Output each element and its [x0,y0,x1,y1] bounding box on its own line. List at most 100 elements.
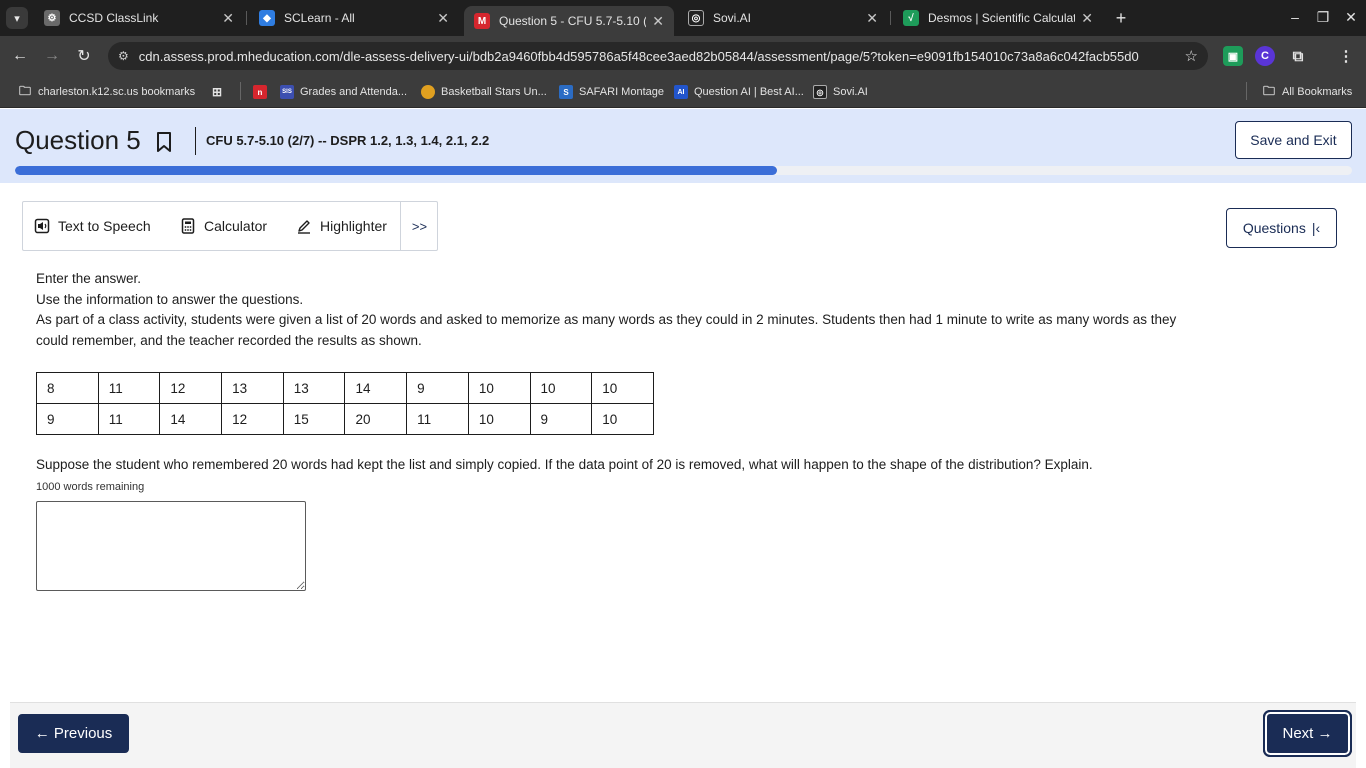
table-cell: 11 [97,403,161,435]
table-cell: 9 [529,403,593,435]
tab-divider [246,11,247,25]
question-prompt: Suppose the student who remembered 20 wo… [36,457,1093,472]
bookmark-sovi-ai[interactable]: ◎ Sovi.AI [813,82,868,102]
back-arrow-icon[interactable]: ← [8,44,32,68]
tab-divider [890,11,891,25]
footer-nav: ← Previous Next → [10,702,1356,768]
n-app-icon: n [253,85,267,99]
reload-icon[interactable]: ↻ [72,44,96,68]
assignment-title: CFU 5.7-5.10 (2/7) -- DSPR 1.2, 1.3, 1.4… [206,133,490,148]
minimize-icon[interactable]: – [1280,6,1310,28]
tab-ccsd-classlink[interactable]: ⚙ CCSD ClassLink ✕ [34,0,244,36]
table-cell: 9 [36,403,99,435]
tab-title: Sovi.AI [713,11,752,25]
all-bookmarks-label: All Bookmarks [1282,86,1353,98]
instruction-text: Enter the answer. [36,271,142,286]
tab-title: Question 5 - CFU 5.7-5.10 (2/7 [499,14,646,28]
table-cell: 13 [221,372,284,404]
tab-sclearn[interactable]: ◆ SCLearn - All ✕ [249,0,459,36]
table-cell: 10 [467,403,531,435]
table-cell: 10 [467,372,531,404]
table-cell: 14 [159,403,223,435]
table-cell: 11 [406,403,469,435]
page-title: Question 5 [15,125,141,155]
extension-c-icon[interactable]: C [1255,46,1275,66]
close-tab-icon[interactable]: ✕ [437,10,449,27]
calculator-icon [181,218,195,234]
close-tab-icon[interactable]: ✕ [1081,10,1093,27]
questions-panel-button[interactable]: Questions |‹ [1226,208,1337,248]
url-text[interactable]: cdn.assess.prod.mheducation.com/dle-asse… [139,49,1175,64]
table-cell: 8 [36,372,99,404]
bookmark-safari-montage[interactable]: S SAFARI Montage [559,82,664,102]
previous-button[interactable]: ← Previous [18,714,129,753]
bookmark-grades[interactable]: SIS Grades and Attenda... [280,82,407,102]
table-cell: 15 [282,403,346,435]
question-ai-icon: AI [674,85,688,99]
desmos-icon: √ [903,10,919,26]
tab-sovi-ai[interactable]: ◎ Sovi.AI ✕ [678,0,888,36]
extension-image-icon[interactable]: ▣ [1223,46,1243,66]
bookmark-star-icon[interactable]: ☆ [1185,47,1198,65]
tab-desmos[interactable]: √ Desmos | Scientific Calculator ✕ [893,0,1103,36]
more-tools-button[interactable]: >> [400,202,438,250]
table-cell: 20 [344,403,408,435]
sclearn-icon: ◆ [259,10,275,26]
bookmark-label: Grades and Attenda... [300,86,408,98]
bookmarks-divider [1246,82,1247,100]
calculator-button[interactable]: Calculator [180,202,267,250]
browser-toolbar: ← → ↻ ⚙ cdn.assess.prod.mheducation.com/… [0,36,1366,76]
table-row: 9 11 14 12 15 20 11 10 9 10 [36,403,654,435]
tab-title: CCSD ClassLink [69,11,159,25]
table-cell: 11 [97,372,161,404]
bookmark-apps[interactable]: ⊞ [210,82,230,102]
progress-bar [15,166,1352,175]
address-bar[interactable]: ⚙ cdn.assess.prod.mheducation.com/dle-as… [108,42,1208,70]
close-tab-icon[interactable]: ✕ [652,13,664,30]
next-button[interactable]: Next → [1263,710,1352,757]
tab-question-5[interactable]: M Question 5 - CFU 5.7-5.10 (2/7 ✕ [464,6,674,36]
browser-menu-icon[interactable]: ⋮ [1336,46,1356,66]
bookmark-icon[interactable] [154,131,174,153]
save-and-exit-button[interactable]: Save and Exit [1235,121,1352,159]
forward-arrow-icon[interactable]: → [40,44,64,68]
close-tab-icon[interactable]: ✕ [866,10,878,27]
bookmark-charleston[interactable]: 🗀 charleston.k12.sc.us bookmarks [18,82,195,102]
bookmark-label: Sovi.AI [833,86,868,98]
data-table: 8 11 12 13 13 14 9 10 10 10 9 11 14 12 1… [36,372,654,435]
highlighter-button[interactable]: Highlighter [296,202,387,250]
speaker-icon [34,218,50,234]
questions-label: Questions [1242,220,1306,236]
bookmark-basketball[interactable]: Basketball Stars Un... [421,82,547,102]
sis-icon: SIS [280,85,294,99]
all-bookmarks[interactable]: 🗀 All Bookmarks [1262,82,1352,102]
folder-icon: 🗀 [18,83,31,98]
close-tab-icon[interactable]: ✕ [222,10,234,27]
extensions-puzzle-icon[interactable]: ⧉ [1288,46,1308,66]
tab-search-chevron-icon[interactable]: ▾ [6,7,28,29]
site-info-icon[interactable]: ⚙ [118,49,129,63]
bookmark-n-app[interactable]: n [253,82,273,102]
close-window-icon[interactable]: ✕ [1336,6,1366,28]
mheducation-icon: M [474,13,490,29]
table-cell: 12 [159,372,223,404]
table-cell: 12 [221,403,284,435]
bookmark-label: SAFARI Montage [579,86,664,98]
instruction-text: Use the information to answer the questi… [36,292,304,307]
calculator-label: Calculator [204,218,268,234]
sovi-icon: ◎ [813,85,827,99]
bookmark-label: Question AI | Best AI... [694,86,804,98]
text-to-speech-button[interactable]: Text to Speech [34,202,151,250]
tab-title: Desmos | Scientific Calculator [928,11,1076,25]
answer-textarea[interactable] [36,501,306,591]
table-cell: 10 [529,372,593,404]
classlink-icon: ⚙ [44,10,60,26]
new-tab-plus-icon[interactable]: + [1110,7,1132,29]
bookmark-label: charleston.k12.sc.us bookmarks [38,86,196,98]
restore-icon[interactable]: ❐ [1308,6,1338,28]
highlighter-pen-icon [298,220,310,234]
bookmarks-divider [240,82,241,100]
bookmark-question-ai[interactable]: AI Question AI | Best AI... [674,82,804,102]
tools-toolbar: Text to Speech Calculator Highlighter >> [22,201,438,251]
text-to-speech-label: Text to Speech [58,218,151,234]
